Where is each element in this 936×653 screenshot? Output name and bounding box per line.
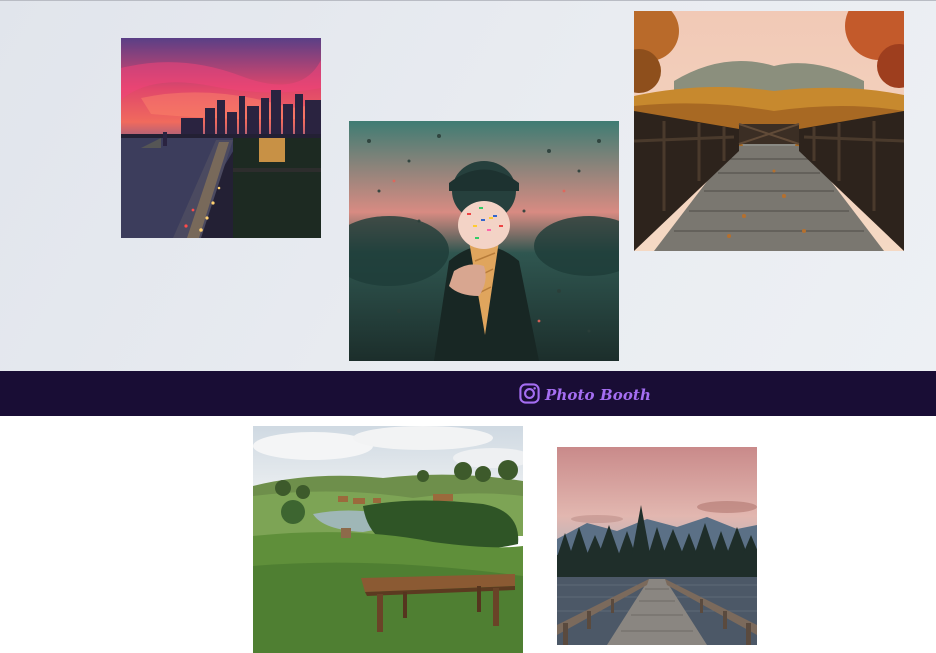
photo-hillside-bench-lake[interactable] <box>253 426 523 653</box>
photo-pier-mountain-dusk[interactable] <box>557 447 757 645</box>
navbar: Photo Booth <box>0 371 936 416</box>
instagram-icon <box>519 382 540 404</box>
brand-link[interactable]: Photo Booth <box>518 381 651 405</box>
brand-label: Photo Booth <box>545 386 651 404</box>
photo-ice-cream-confetti[interactable] <box>349 121 619 361</box>
photo-city-sunset-skyline[interactable] <box>121 38 321 238</box>
photo-wooden-bridge-autumn[interactable] <box>634 11 904 251</box>
